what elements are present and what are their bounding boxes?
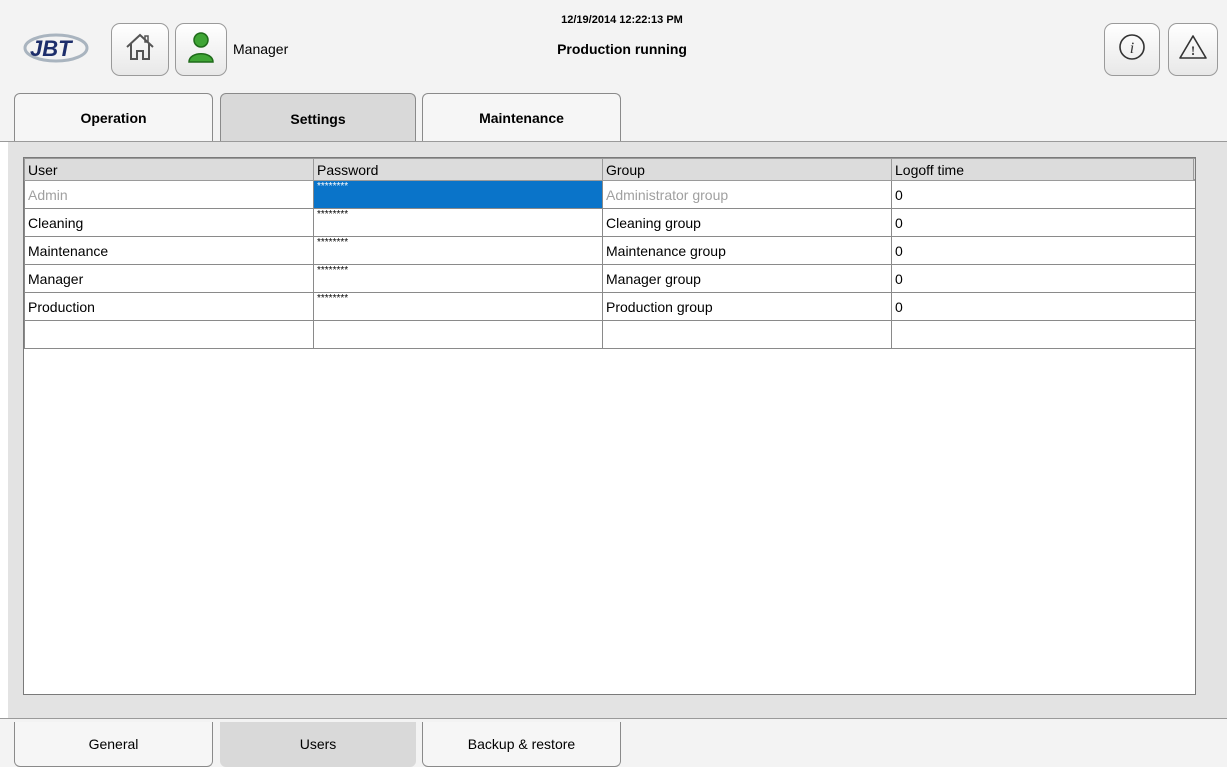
tab-general[interactable]: General	[14, 722, 213, 767]
cell-group[interactable]: Production group	[602, 292, 892, 321]
cell-password[interactable]	[313, 320, 603, 349]
current-username: Manager	[233, 41, 289, 57]
cell-password[interactable]: ********	[313, 236, 603, 265]
cell-password[interactable]: ********	[313, 264, 603, 293]
home-button[interactable]	[111, 23, 169, 76]
table-row[interactable]: Manager ******** Manager group 0	[24, 264, 1195, 293]
info-icon: i	[1118, 33, 1146, 66]
table-row[interactable]: Admin ******** Administrator group 0	[24, 180, 1195, 209]
cell-user[interactable]: Cleaning	[24, 208, 314, 237]
cell-logoff-time[interactable]: 0	[891, 180, 1195, 209]
table-row[interactable]: Production ******** Production group 0	[24, 292, 1195, 321]
svg-text:i: i	[1130, 40, 1134, 57]
tab-backup-restore[interactable]: Backup & restore	[422, 722, 621, 767]
cell-password[interactable]: ********	[313, 180, 603, 209]
svg-text:JBT: JBT	[30, 36, 73, 61]
table-row-new[interactable]	[24, 320, 1195, 349]
cell-logoff-time[interactable]: 0	[891, 264, 1195, 293]
column-header-password[interactable]: Password	[313, 158, 603, 181]
tab-settings[interactable]: Settings	[220, 93, 416, 143]
jbt-logo: JBT	[22, 24, 102, 72]
table-header-row: User Password Group Logoff time	[24, 158, 1195, 181]
table-row[interactable]: Maintenance ******** Maintenance group 0	[24, 236, 1195, 265]
cell-group[interactable]: Administrator group	[602, 180, 892, 209]
cell-logoff-time[interactable]: 0	[891, 292, 1195, 321]
user-icon	[187, 31, 215, 68]
cell-user[interactable]: Maintenance	[24, 236, 314, 265]
table-row[interactable]: Cleaning ******** Cleaning group 0	[24, 208, 1195, 237]
cell-user[interactable]	[24, 320, 314, 349]
bottom-tab-divider	[0, 718, 1227, 719]
cell-logoff-time[interactable]: 0	[891, 236, 1195, 265]
cell-group[interactable]: Manager group	[602, 264, 892, 293]
cell-logoff-time[interactable]: 0	[891, 208, 1195, 237]
svg-text:!: !	[1191, 43, 1195, 58]
cell-user[interactable]: Manager	[24, 264, 314, 293]
column-header-logoff-time[interactable]: Logoff time	[891, 158, 1195, 181]
machine-status: Production running	[557, 41, 687, 57]
users-grid[interactable]: User Password Group Logoff time Admin **…	[23, 157, 1196, 695]
users-table: User Password Group Logoff time Admin **…	[24, 158, 1195, 349]
cell-group[interactable]	[602, 320, 892, 349]
tab-operation[interactable]: Operation	[14, 93, 213, 142]
tab-maintenance[interactable]: Maintenance	[422, 93, 621, 142]
warning-icon: !	[1178, 33, 1208, 66]
cell-group[interactable]: Maintenance group	[602, 236, 892, 265]
home-icon	[124, 32, 156, 67]
alarm-button[interactable]: !	[1168, 23, 1218, 76]
datetime: 12/19/2014 12:22:13 PM	[561, 14, 683, 26]
cell-group[interactable]: Cleaning group	[602, 208, 892, 237]
cell-user[interactable]: Production	[24, 292, 314, 321]
cell-password[interactable]: ********	[313, 208, 603, 237]
cell-user[interactable]: Admin	[24, 180, 314, 209]
tab-users[interactable]: Users	[220, 722, 416, 767]
user-button[interactable]	[175, 23, 227, 76]
cell-logoff-time[interactable]	[891, 320, 1195, 349]
column-header-group[interactable]: Group	[602, 158, 892, 181]
info-button[interactable]: i	[1104, 23, 1160, 76]
column-header-user[interactable]: User	[24, 158, 314, 181]
cell-password[interactable]: ********	[313, 292, 603, 321]
